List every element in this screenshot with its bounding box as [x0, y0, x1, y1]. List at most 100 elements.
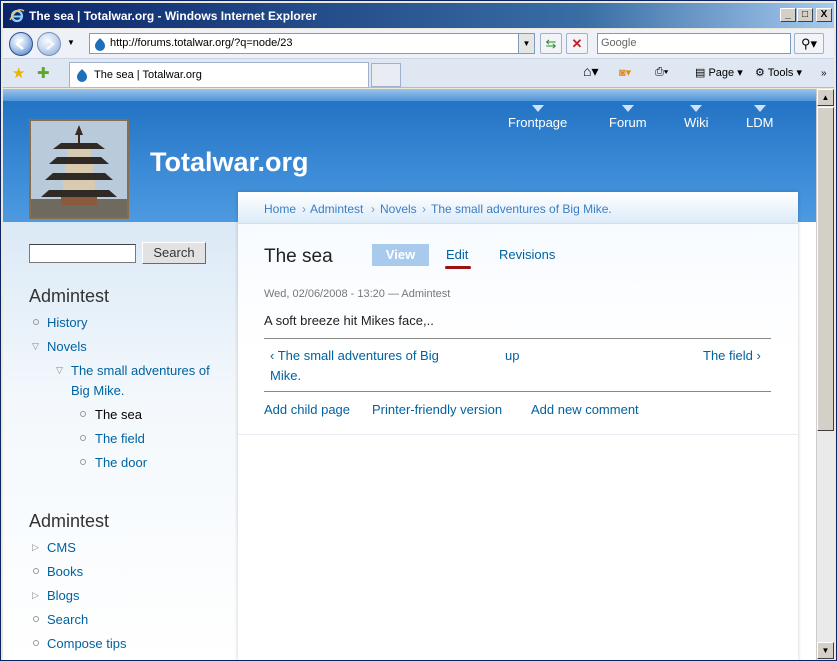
- bullet-icon: [33, 616, 39, 622]
- tab-view[interactable]: View: [372, 244, 429, 266]
- breadcrumb-novels[interactable]: Novels: [380, 202, 417, 216]
- tab-revisions[interactable]: Revisions: [499, 247, 555, 262]
- node-body-text: A soft breeze hit Mikes face,..: [264, 313, 434, 328]
- site-name[interactable]: Totalwar.org: [150, 147, 309, 178]
- primary-link-forum[interactable]: Forum: [609, 105, 647, 130]
- refresh-icon[interactable]: ⇆: [540, 33, 562, 54]
- primary-link-label: LDM: [746, 115, 774, 130]
- book-nav-up[interactable]: up: [505, 348, 519, 363]
- expanded-triangle-icon: ▽: [56, 365, 63, 375]
- primary-link-ldm[interactable]: LDM: [746, 105, 774, 130]
- primary-link-label: Forum: [609, 115, 647, 130]
- ie-logo-icon: [9, 8, 25, 23]
- nav-link-novels[interactable]: Novels: [47, 339, 87, 354]
- add-child-page-link[interactable]: Add child page: [264, 402, 350, 417]
- tab-label: The sea | Totalwar.org: [94, 69, 202, 81]
- page-menu-label: Page: [708, 67, 735, 79]
- printer-friendly-link[interactable]: Printer-friendly version: [372, 402, 502, 417]
- node-body: The sea View Edit Revisions Wed, 02/06/2…: [238, 224, 798, 660]
- site-logo[interactable]: [29, 119, 129, 219]
- print-icon[interactable]: ⎙▾: [655, 66, 668, 79]
- tools-menu-label: Tools: [767, 67, 794, 79]
- scroll-up-icon[interactable]: ▲: [817, 89, 834, 106]
- nav-link-compose-tips[interactable]: Compose tips: [47, 636, 126, 651]
- breadcrumb-small-adventures[interactable]: The small adventures of Big Mike.: [431, 202, 612, 216]
- primary-link-frontpage[interactable]: Frontpage: [508, 105, 568, 130]
- nav-link-the-field[interactable]: The field: [95, 431, 145, 446]
- bullet-icon: [80, 459, 86, 465]
- forward-button[interactable]: [37, 32, 61, 56]
- title-bar: The sea | Totalwar.org - Windows Interne…: [3, 3, 834, 28]
- bullet-icon: [33, 319, 39, 325]
- bullet-icon: [33, 640, 39, 646]
- nav-link-small-adventures[interactable]: The small adventures of: [71, 363, 210, 378]
- maximize-button[interactable]: □: [797, 8, 813, 22]
- new-tab-button[interactable]: [371, 63, 401, 87]
- address-field[interactable]: http://forums.totalwar.org/?q=node/23 ▼: [89, 33, 535, 54]
- breadcrumb-home[interactable]: Home: [264, 202, 296, 216]
- nav-link-history[interactable]: History: [47, 315, 87, 330]
- collapsed-triangle-icon: ▷: [32, 542, 39, 552]
- pagoda-logo-icon: [31, 121, 127, 217]
- vertical-scrollbar[interactable]: ▲ ▼: [816, 89, 834, 660]
- tools-menu[interactable]: ⚙ Tools ▾: [755, 66, 802, 79]
- collapsed-triangle-icon: ▷: [32, 590, 39, 600]
- sidebar-search-input[interactable]: [29, 244, 136, 263]
- add-comment-link[interactable]: Add new comment: [531, 402, 639, 417]
- tab-edit[interactable]: Edit: [446, 247, 468, 262]
- scroll-down-icon[interactable]: ▼: [817, 642, 834, 659]
- stop-icon[interactable]: ✕: [566, 33, 588, 54]
- add-favorites-icon[interactable]: ✚: [37, 64, 50, 82]
- nav-link-the-sea[interactable]: The sea: [95, 407, 142, 422]
- address-dropdown-icon[interactable]: ▼: [518, 34, 534, 53]
- window-title: The sea | Totalwar.org - Windows Interne…: [29, 9, 317, 23]
- nav-link-books[interactable]: Books: [47, 564, 83, 579]
- breadcrumb-separator: ›: [422, 202, 426, 216]
- main-content: Home › Admintest › Novels › The small ad…: [238, 192, 798, 660]
- browser-window: The sea | Totalwar.org - Windows Interne…: [0, 0, 837, 661]
- breadcrumb: Home › Admintest › Novels › The small ad…: [238, 192, 798, 224]
- sidebar-search-button[interactable]: Search: [142, 242, 206, 264]
- favorites-star-icon[interactable]: ★: [12, 64, 25, 82]
- book-nav-prev[interactable]: ‹ The small adventures of Big: [270, 348, 439, 363]
- block-title: Admintest: [29, 511, 110, 531]
- primary-link-label: Frontpage: [508, 115, 568, 130]
- node-footer-rule: [238, 434, 798, 435]
- nav-link-the-door[interactable]: The door: [95, 455, 147, 470]
- nav-link-small-adventures-line2[interactable]: Big Mike.: [71, 383, 124, 398]
- history-dropdown-icon[interactable]: ▼: [67, 38, 75, 47]
- drupal-favicon-icon: [95, 38, 105, 51]
- book-nav-top-rule: [264, 338, 771, 339]
- search-box[interactable]: Google: [597, 33, 791, 54]
- book-nav-next[interactable]: The field ›: [703, 348, 761, 363]
- search-go-icon[interactable]: ⚲▾: [794, 33, 824, 54]
- feeds-icon[interactable]: ◙▾: [619, 66, 631, 79]
- toolbar-overflow-icon[interactable]: »: [821, 68, 827, 79]
- book-nav-prev-line2[interactable]: Mike.: [270, 368, 301, 383]
- nav-link-blogs[interactable]: Blogs: [47, 588, 80, 603]
- home-icon[interactable]: ⌂▾: [583, 63, 598, 80]
- nav-link-search[interactable]: Search: [47, 612, 88, 627]
- left-sidebar: Search Admintest History ▽ Novels ▽ The …: [3, 222, 238, 660]
- back-button[interactable]: [9, 32, 33, 56]
- close-button[interactable]: X: [816, 8, 832, 22]
- book-nav-bottom-rule: [264, 391, 771, 392]
- bullet-icon: [80, 435, 86, 441]
- block-title: Admintest: [29, 286, 110, 306]
- primary-link-marker: [690, 105, 703, 112]
- breadcrumb-admintest[interactable]: Admintest: [310, 202, 363, 216]
- drupal-favicon-icon: [77, 69, 87, 82]
- address-url: http://forums.totalwar.org/?q=node/23: [110, 37, 293, 49]
- page-menu[interactable]: ▤ Page ▾: [695, 66, 743, 79]
- search-placeholder: Google: [601, 37, 637, 49]
- address-toolbar: ▼ http://forums.totalwar.org/?q=node/23 …: [3, 29, 834, 59]
- breadcrumb-separator: ›: [302, 202, 306, 216]
- bullet-icon: [33, 568, 39, 574]
- tab-the-sea[interactable]: The sea | Totalwar.org: [69, 62, 369, 87]
- primary-link-wiki[interactable]: Wiki: [684, 105, 709, 130]
- scroll-thumb[interactable]: [817, 107, 834, 431]
- minimize-button[interactable]: _: [780, 8, 796, 22]
- breadcrumb-separator: ›: [371, 202, 375, 216]
- page-title: The sea: [264, 246, 333, 267]
- nav-link-cms[interactable]: CMS: [47, 540, 76, 555]
